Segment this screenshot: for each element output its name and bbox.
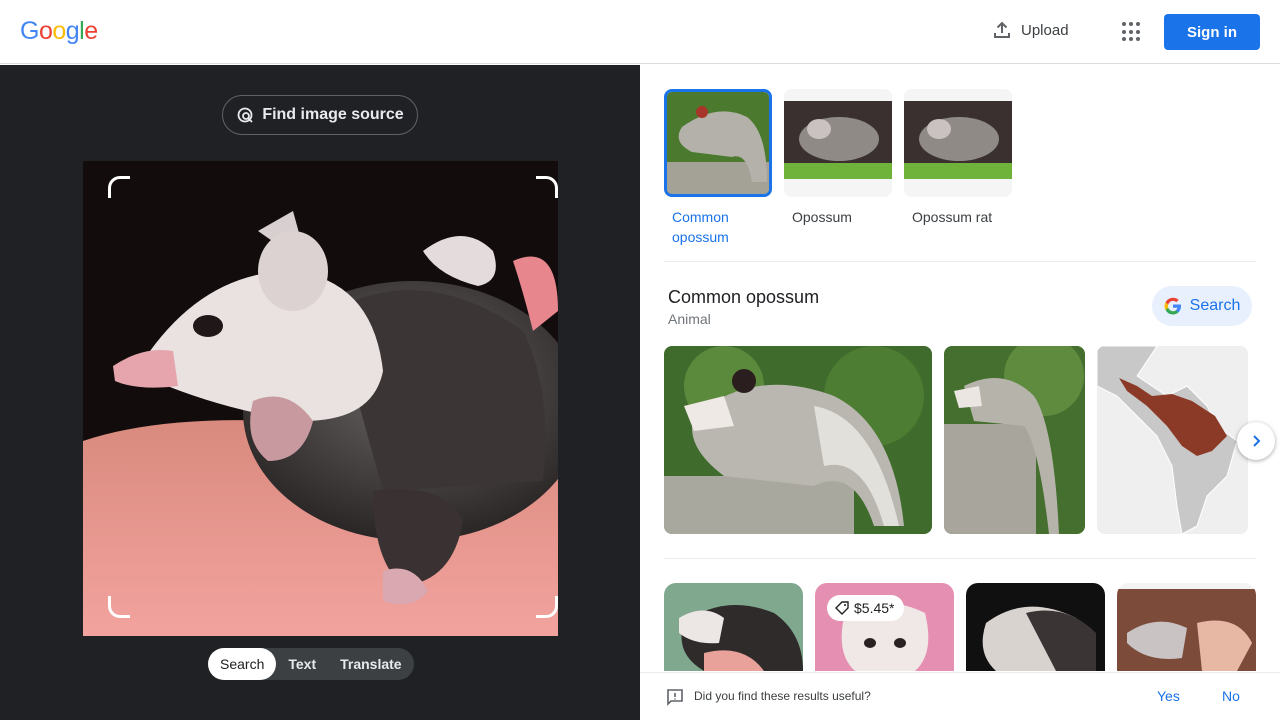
feedback-bar: Did you find these results useful? Yes N… bbox=[640, 672, 1280, 720]
google-logo[interactable]: Google bbox=[20, 17, 98, 46]
price-badge: $5.45* bbox=[827, 595, 905, 621]
crop-handle-bottom-left[interactable] bbox=[108, 596, 130, 618]
visual-match-result[interactable]: $5.45* bbox=[815, 583, 954, 671]
logo-letter: g bbox=[65, 17, 80, 45]
entity-chip-label: Opossum rat bbox=[912, 209, 993, 225]
feedback-yes-button[interactable]: Yes bbox=[1157, 688, 1180, 704]
range-map-image[interactable] bbox=[1097, 346, 1248, 534]
divider bbox=[664, 558, 1256, 559]
upload-label: Upload bbox=[1021, 21, 1069, 39]
entity-chip-label: Opossum bbox=[792, 209, 852, 225]
entity-chips: Common opossum Opossum Opossum rat bbox=[664, 89, 1012, 247]
logo-letter: e bbox=[84, 17, 98, 45]
divider bbox=[664, 261, 1256, 262]
google-g-icon bbox=[1164, 297, 1181, 315]
mode-tab-search[interactable]: Search bbox=[208, 648, 277, 680]
entity-chip-thumbnail bbox=[664, 89, 772, 197]
upload-button[interactable]: Upload bbox=[992, 20, 1069, 40]
visual-match-result[interactable] bbox=[664, 583, 803, 671]
entity-chip[interactable]: Common opossum bbox=[664, 89, 772, 247]
entity-image[interactable] bbox=[944, 346, 1085, 534]
entity-chip[interactable]: Opossum rat bbox=[904, 89, 1012, 247]
find-image-source-button[interactable]: Find image source bbox=[222, 95, 418, 135]
mode-tab-translate[interactable]: Translate bbox=[328, 648, 413, 680]
lens-mode-switcher: Search Text Translate bbox=[208, 648, 414, 680]
feedback-no-button[interactable]: No bbox=[1222, 688, 1240, 704]
crop-handle-top-left[interactable] bbox=[108, 176, 130, 198]
feedback-question: Did you find these results useful? bbox=[694, 689, 871, 703]
logo-letter: o bbox=[38, 17, 53, 45]
query-image bbox=[83, 161, 558, 636]
google-search-label: Search bbox=[1189, 297, 1241, 314]
entity-image[interactable] bbox=[664, 346, 932, 534]
find-image-source-label: Find image source bbox=[262, 106, 404, 123]
mode-tab-text[interactable]: Text bbox=[276, 648, 328, 680]
entity-chip-thumbnail bbox=[784, 89, 892, 197]
feedback-icon bbox=[667, 689, 683, 706]
entity-chip[interactable]: Opossum bbox=[784, 89, 892, 247]
logo-letter: G bbox=[20, 17, 39, 45]
visual-match-result[interactable] bbox=[966, 583, 1105, 671]
entity-chip-thumbnail bbox=[904, 89, 1012, 197]
top-bar: Google Upload Sign in bbox=[0, 0, 1280, 64]
google-search-button[interactable]: Search bbox=[1152, 286, 1252, 326]
entity-chip-label: Common opossum bbox=[672, 209, 729, 245]
carousel-next-button[interactable] bbox=[1237, 422, 1275, 460]
crop-handle-top-right[interactable] bbox=[536, 176, 558, 198]
chevron-right-icon bbox=[1253, 435, 1261, 447]
tag-icon bbox=[835, 601, 849, 615]
sign-in-button[interactable]: Sign in bbox=[1164, 14, 1260, 50]
entity-title: Common opossum bbox=[668, 287, 820, 307]
opossum-photo bbox=[83, 161, 558, 636]
price-label: $5.45* bbox=[854, 600, 895, 616]
results-pane: Common opossum Opossum Opossum rat Common … bbox=[640, 65, 1280, 720]
upload-icon bbox=[994, 21, 1010, 38]
query-image-pane: Find image source Search Text Translate bbox=[0, 65, 640, 720]
image-search-icon bbox=[237, 107, 253, 123]
apps-grid-icon[interactable] bbox=[1122, 22, 1142, 42]
visual-match-result[interactable] bbox=[1117, 583, 1256, 671]
logo-letter: o bbox=[52, 17, 66, 45]
entity-subtitle: Animal bbox=[668, 311, 711, 327]
